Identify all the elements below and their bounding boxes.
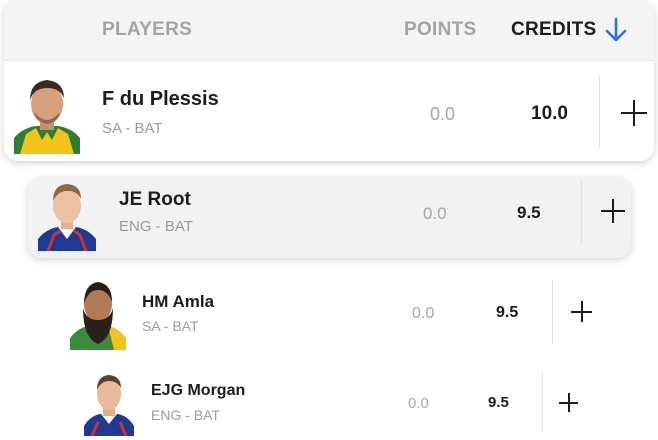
player-avatar: [14, 80, 80, 154]
player-credits: 10.0: [531, 103, 568, 124]
player-name: F du Plessis: [102, 88, 219, 110]
plus-icon[interactable]: [601, 199, 625, 223]
player-team-role: SA - BAT: [102, 120, 163, 137]
player-team-role: ENG - BAT: [151, 407, 220, 423]
player-row[interactable]: F du Plessis SA - BAT 0.0 10.0 .p1::befo…: [4, 61, 654, 161]
plus-icon[interactable]: [559, 393, 578, 412]
column-header: PLAYERS POINTS CREDITS: [4, 0, 654, 61]
row-divider: [542, 372, 543, 432]
player-points: 0.0: [430, 104, 456, 124]
plus-icon[interactable]: [571, 301, 592, 322]
player-row[interactable]: HM Amla SA - BAT 0.0 9.5: [56, 276, 616, 352]
player-credits: 9.5: [488, 394, 509, 411]
player-credits: 9.5: [496, 304, 519, 321]
row-divider: [599, 75, 600, 148]
row-divider: [552, 280, 553, 344]
row-divider: [581, 179, 582, 245]
players-list-card: PLAYERS POINTS CREDITS F du Plessis SA -…: [4, 0, 654, 161]
points-column-header[interactable]: POINTS: [404, 19, 477, 41]
credits-column-header[interactable]: CREDITS: [511, 19, 597, 41]
player-avatar: [84, 375, 134, 436]
player-avatar: [70, 282, 126, 350]
player-name: JE Root: [119, 189, 191, 210]
player-row[interactable]: JE Root ENG - BAT 0.0 9.5: [28, 177, 631, 258]
player-team-role: SA - BAT: [142, 318, 199, 334]
player-avatar: [38, 184, 96, 251]
arrow-down-icon[interactable]: [604, 17, 628, 43]
player-row[interactable]: EJG Morgan ENG - BAT 0.0 9.5: [80, 368, 590, 438]
player-points: 0.0: [412, 305, 435, 322]
player-points: 0.0: [423, 204, 447, 223]
plus-icon[interactable]: .p1::before{ left:0; top:12px; width:26p…: [621, 100, 647, 126]
player-name: EJG Morgan: [151, 382, 246, 399]
players-column-header[interactable]: PLAYERS: [102, 19, 192, 41]
player-credits: 9.5: [517, 203, 541, 222]
player-team-role: ENG - BAT: [119, 218, 193, 235]
player-name: HM Amla: [142, 292, 215, 311]
player-points: 0.0: [408, 395, 429, 412]
